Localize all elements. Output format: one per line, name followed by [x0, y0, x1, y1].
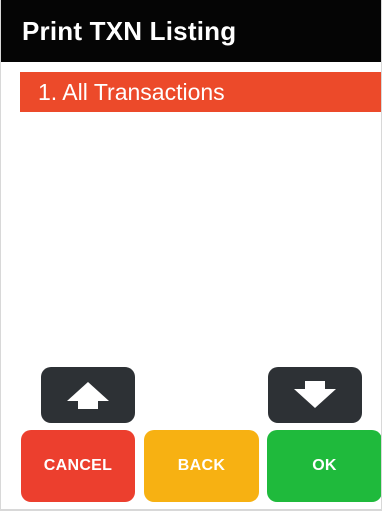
menu-item-all-transactions[interactable]: 1. All Transactions: [20, 72, 381, 112]
arrow-up-icon: [67, 382, 109, 409]
scroll-up-button[interactable]: [41, 367, 135, 423]
ok-button[interactable]: OK: [267, 430, 381, 502]
print-transaction-listing-screen: Print TXN Listing 1. All Transactions CA…: [0, 0, 382, 511]
arrow-down-icon: [294, 381, 336, 408]
transaction-listing-menu: 1. All Transactions: [1, 72, 381, 112]
scroll-down-button[interactable]: [268, 367, 362, 423]
page-title: Print TXN Listing: [1, 0, 381, 62]
cancel-button[interactable]: CANCEL: [21, 430, 135, 502]
back-button[interactable]: BACK: [144, 430, 259, 502]
